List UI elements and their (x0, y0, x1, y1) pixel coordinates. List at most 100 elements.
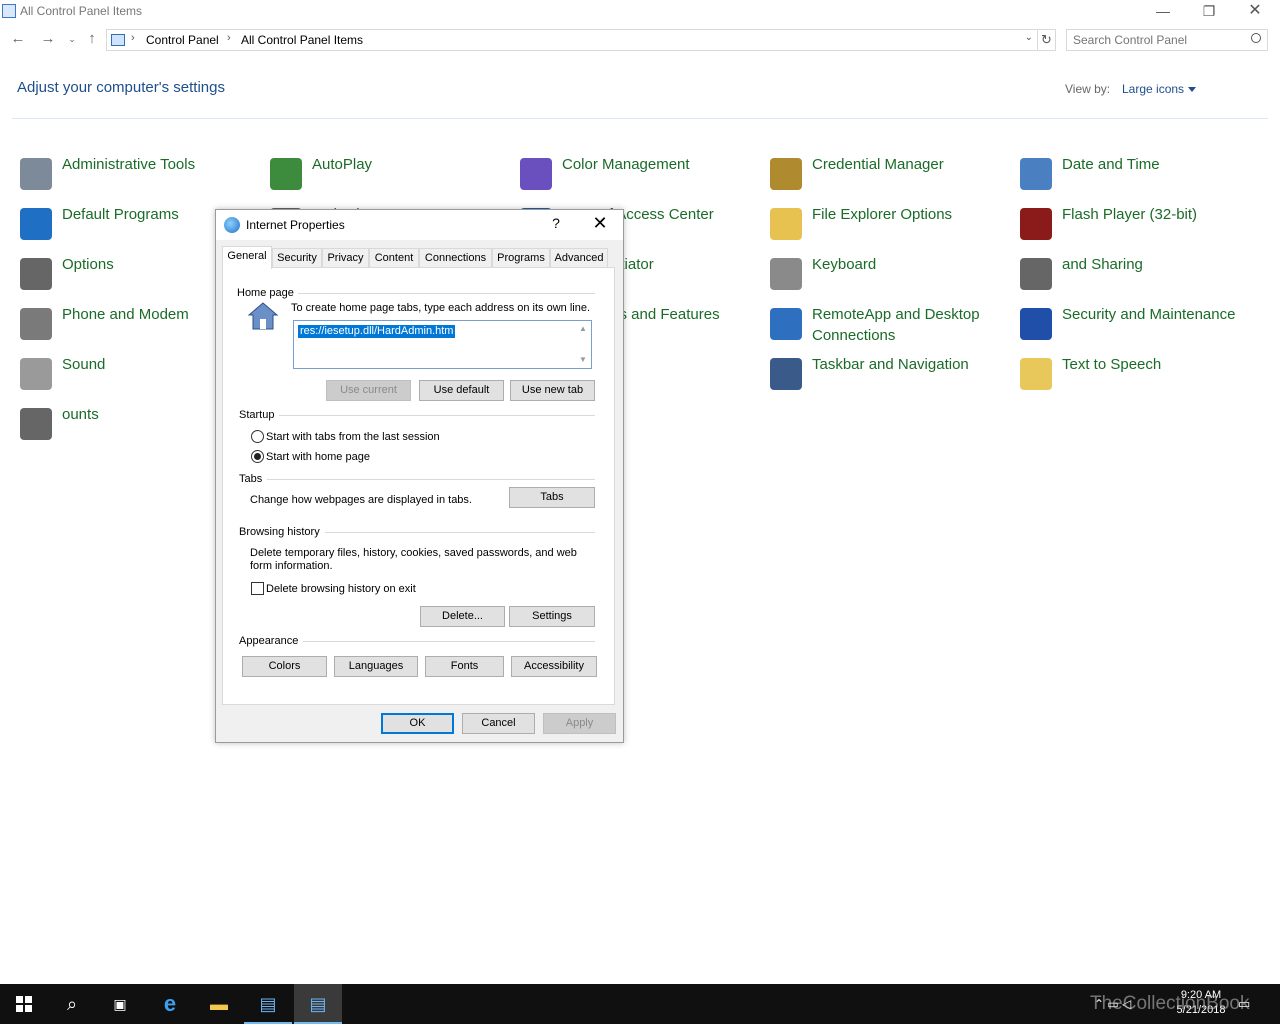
tabs-group-label: Tabs (239, 473, 267, 485)
cp-item-taskbar-navigation[interactable]: Taskbar and Navigation (770, 354, 1010, 398)
cp-item-color-management[interactable]: Color Management (520, 154, 760, 198)
home-page-instruction: To create home page tabs, type each addr… (291, 302, 591, 314)
internet-properties-dialog: Internet Properties ? ✕ General Security… (215, 209, 624, 743)
tabs-settings-button[interactable]: Tabs (509, 487, 595, 508)
cp-item-admin-tools[interactable]: Administrative Tools (20, 154, 260, 198)
cp-item-label: Date and Time (1062, 156, 1160, 173)
up-button[interactable]: ↑ (82, 30, 102, 50)
tabs-description: Change how webpages are displayed in tab… (250, 494, 472, 506)
help-button[interactable]: ? (546, 215, 566, 231)
cp-item-label: File Explorer Options (812, 206, 953, 223)
taskbar-navigation-icon (770, 358, 802, 390)
cp-item-security-maintenance[interactable]: Security and Maintenance (1020, 304, 1260, 348)
phone-modem-icon (20, 308, 52, 340)
internet-options-taskbar-icon[interactable]: ▤ (294, 984, 342, 1024)
breadcrumb-all-items[interactable]: All Control Panel Items (241, 33, 363, 47)
group-divider (267, 479, 595, 480)
radio-last-session[interactable] (251, 430, 264, 443)
tab-security[interactable]: Security (272, 248, 322, 268)
minimize-button[interactable]: — (1140, 0, 1186, 24)
delete-on-exit-checkbox[interactable] (251, 582, 264, 595)
cp-item-autoplay[interactable]: AutoPlay (270, 154, 510, 198)
view-by-dropdown[interactable]: Large icons (1122, 82, 1197, 96)
breadcrumb-control-panel[interactable]: Control Panel (146, 33, 219, 47)
scroll-up-icon[interactable]: ▲ (579, 325, 587, 333)
internet-explorer-icon[interactable]: e (146, 984, 194, 1024)
keyboard-icon (770, 258, 802, 290)
home-page-textarea[interactable]: res://iesetup.dll/HardAdmin.htm ▲ ▼ (293, 320, 592, 369)
cp-item-label: Flash Player (32-bit) (1062, 206, 1198, 223)
house-icon (247, 302, 279, 330)
accessibility-button[interactable]: Accessibility (511, 656, 597, 677)
task-view-icon[interactable]: ▣ (96, 984, 144, 1024)
breadcrumb-separator: › (131, 32, 135, 44)
cp-item-date-time[interactable]: Date and Time (1020, 154, 1260, 198)
cp-item-label: Taskbar and Navigation (812, 356, 969, 373)
radio-last-session-label: Start with tabs from the last session (266, 431, 440, 443)
dialog-close-button[interactable]: ✕ (588, 213, 612, 234)
start-windows-icon[interactable] (0, 984, 48, 1024)
use-new-tab-button[interactable]: Use new tab (510, 380, 595, 401)
tab-connections[interactable]: Connections (419, 248, 492, 268)
cp-item-network-sharing[interactable]: and Sharing (1020, 254, 1260, 298)
accounts-icon (20, 408, 52, 440)
tab-privacy[interactable]: Privacy (322, 248, 369, 268)
control-panel-icon (111, 34, 125, 46)
cp-item-flash-player[interactable]: Flash Player (32-bit) (1020, 204, 1260, 248)
file-explorer-icon[interactable]: ▬ (195, 984, 243, 1024)
cp-item-text-to-speech[interactable]: Text to Speech (1020, 354, 1260, 398)
cp-item-label: Security and Maintenance (1062, 306, 1236, 323)
home-page-group-label: Home page (237, 287, 298, 299)
ok-button[interactable]: OK (381, 713, 454, 734)
radio-home-page[interactable] (251, 450, 264, 463)
colors-button[interactable]: Colors (242, 656, 327, 677)
languages-button[interactable]: Languages (334, 656, 418, 677)
search-icon[interactable]: ⌕ (48, 984, 96, 1024)
search-input[interactable] (1073, 33, 1243, 47)
tab-programs[interactable]: Programs (492, 248, 550, 268)
scroll-down-icon[interactable]: ▼ (579, 356, 587, 364)
back-button[interactable]: ← (8, 30, 28, 50)
address-bar[interactable]: › Control Panel › All Control Panel Item… (106, 29, 1038, 51)
cp-item-keyboard[interactable]: Keyboard (770, 254, 1010, 298)
restore-button[interactable]: ❐ (1186, 0, 1232, 24)
cp-item-label: Keyboard (812, 256, 877, 273)
tab-advanced[interactable]: Advanced (550, 248, 608, 268)
close-button[interactable]: ✕ (1232, 0, 1278, 24)
forward-button[interactable]: → (38, 30, 58, 50)
dropdown-caret-icon (1188, 87, 1197, 93)
cancel-button[interactable]: Cancel (462, 713, 535, 734)
cp-item-label: Phone and Modem (62, 306, 189, 323)
control-panel-taskbar-icon[interactable]: ▤ (244, 984, 292, 1024)
window-title: All Control Panel Items (20, 4, 143, 18)
cp-item-credential-manager[interactable]: Credential Manager (770, 154, 1010, 198)
network-sharing-icon (1020, 258, 1052, 290)
recent-locations-chevron-icon[interactable]: ⌄ (62, 30, 82, 50)
cp-item-label: and Sharing (1062, 256, 1143, 273)
general-tab-panel: Home page To create home page tabs, type… (222, 267, 615, 705)
cp-item-file-explorer-options[interactable]: File Explorer Options (770, 204, 1010, 248)
delete-history-button[interactable]: Delete... (420, 606, 505, 627)
use-default-button[interactable]: Use default (419, 380, 504, 401)
admin-tools-icon (20, 158, 52, 190)
security-maintenance-icon (1020, 308, 1052, 340)
tab-general[interactable]: General (222, 246, 272, 269)
page-title: Adjust your computer's settings (17, 79, 225, 96)
tab-content[interactable]: Content (369, 248, 419, 268)
options-icon (20, 258, 52, 290)
cp-item-remoteapp[interactable]: RemoteApp and Desktop Connections (770, 304, 1010, 348)
autoplay-icon (270, 158, 302, 190)
fonts-button[interactable]: Fonts (425, 656, 504, 677)
history-settings-button[interactable]: Settings (509, 606, 595, 627)
apply-button[interactable]: Apply (543, 713, 616, 734)
group-divider (303, 641, 595, 642)
address-dropdown-icon[interactable]: ⌄ (1025, 32, 1033, 43)
divider (12, 118, 1268, 119)
cp-item-label: Text to Speech (1062, 356, 1162, 373)
search-box[interactable] (1066, 29, 1268, 51)
color-management-icon (520, 158, 552, 190)
delete-on-exit-label: Delete browsing history on exit (266, 583, 416, 595)
refresh-button[interactable]: ↻ (1038, 29, 1056, 51)
view-by-label: View by: (1065, 82, 1111, 96)
use-current-button[interactable]: Use current (326, 380, 411, 401)
